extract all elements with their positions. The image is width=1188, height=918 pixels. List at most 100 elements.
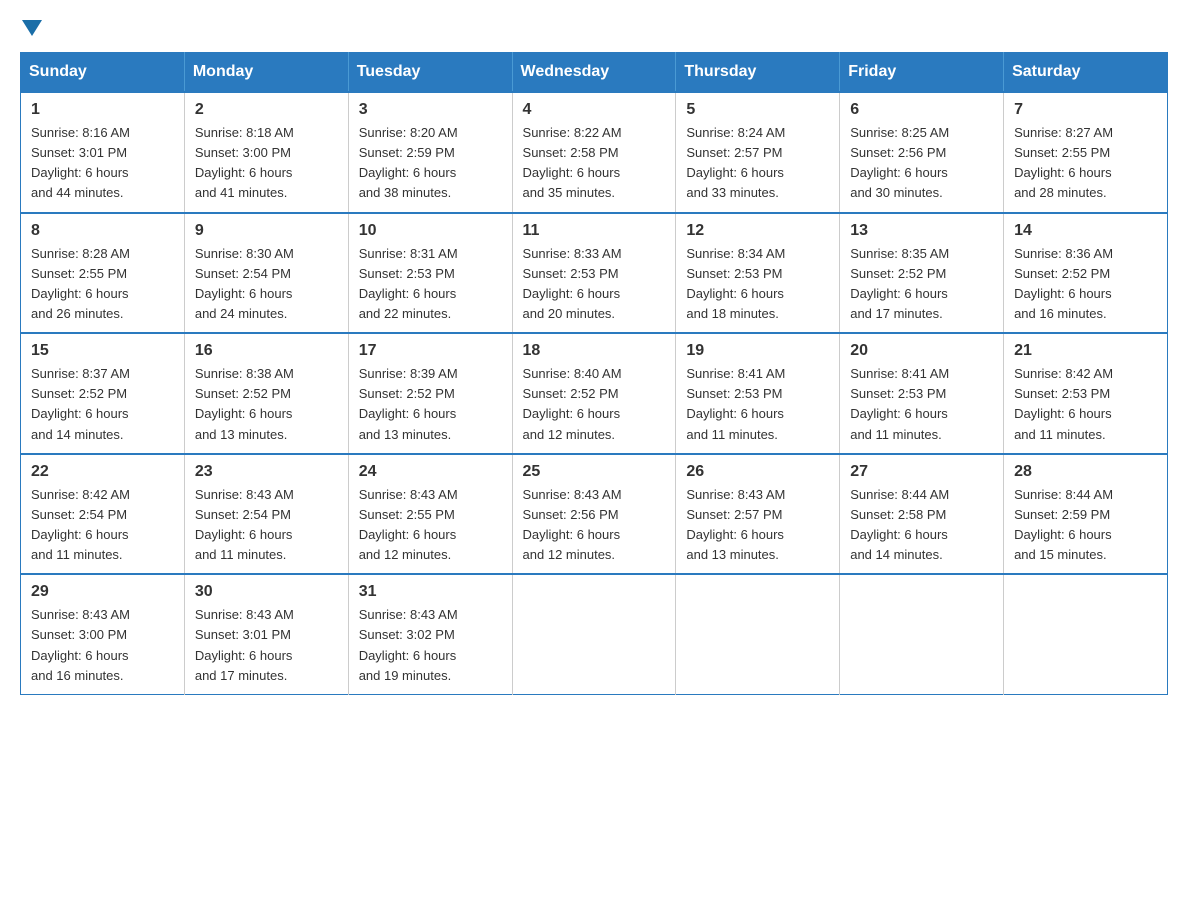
logo-arrow-icon [22, 20, 42, 36]
day-info: Sunrise: 8:42 AM Sunset: 2:53 PM Dayligh… [1014, 364, 1157, 445]
logo [20, 20, 44, 36]
day-number: 15 [31, 342, 174, 360]
calendar-day-cell: 13 Sunrise: 8:35 AM Sunset: 2:52 PM Dayl… [840, 213, 1004, 334]
calendar-week-row: 22 Sunrise: 8:42 AM Sunset: 2:54 PM Dayl… [21, 454, 1168, 575]
day-info: Sunrise: 8:43 AM Sunset: 2:54 PM Dayligh… [195, 485, 338, 566]
day-info: Sunrise: 8:20 AM Sunset: 2:59 PM Dayligh… [359, 123, 502, 204]
calendar-day-cell: 15 Sunrise: 8:37 AM Sunset: 2:52 PM Dayl… [21, 333, 185, 454]
day-number: 4 [523, 101, 666, 119]
day-info: Sunrise: 8:43 AM Sunset: 3:02 PM Dayligh… [359, 605, 502, 686]
day-info: Sunrise: 8:40 AM Sunset: 2:52 PM Dayligh… [523, 364, 666, 445]
day-info: Sunrise: 8:31 AM Sunset: 2:53 PM Dayligh… [359, 244, 502, 325]
day-info: Sunrise: 8:38 AM Sunset: 2:52 PM Dayligh… [195, 364, 338, 445]
calendar-day-cell: 21 Sunrise: 8:42 AM Sunset: 2:53 PM Dayl… [1004, 333, 1168, 454]
calendar-week-row: 8 Sunrise: 8:28 AM Sunset: 2:55 PM Dayli… [21, 213, 1168, 334]
weekday-header-row: SundayMondayTuesdayWednesdayThursdayFrid… [21, 53, 1168, 93]
calendar-day-cell: 8 Sunrise: 8:28 AM Sunset: 2:55 PM Dayli… [21, 213, 185, 334]
calendar-day-cell: 22 Sunrise: 8:42 AM Sunset: 2:54 PM Dayl… [21, 454, 185, 575]
day-number: 9 [195, 222, 338, 240]
day-number: 6 [850, 101, 993, 119]
day-number: 31 [359, 583, 502, 601]
day-number: 7 [1014, 101, 1157, 119]
calendar-day-cell: 10 Sunrise: 8:31 AM Sunset: 2:53 PM Dayl… [348, 213, 512, 334]
weekday-header-friday: Friday [840, 53, 1004, 93]
day-number: 28 [1014, 463, 1157, 481]
day-info: Sunrise: 8:28 AM Sunset: 2:55 PM Dayligh… [31, 244, 174, 325]
day-number: 23 [195, 463, 338, 481]
calendar-day-cell: 19 Sunrise: 8:41 AM Sunset: 2:53 PM Dayl… [676, 333, 840, 454]
day-number: 18 [523, 342, 666, 360]
calendar-body: 1 Sunrise: 8:16 AM Sunset: 3:01 PM Dayli… [21, 92, 1168, 694]
day-number: 19 [686, 342, 829, 360]
day-number: 22 [31, 463, 174, 481]
day-number: 25 [523, 463, 666, 481]
weekday-header-monday: Monday [184, 53, 348, 93]
calendar-day-cell: 3 Sunrise: 8:20 AM Sunset: 2:59 PM Dayli… [348, 92, 512, 213]
page-header [20, 20, 1168, 36]
calendar-day-cell: 20 Sunrise: 8:41 AM Sunset: 2:53 PM Dayl… [840, 333, 1004, 454]
calendar-week-row: 29 Sunrise: 8:43 AM Sunset: 3:00 PM Dayl… [21, 574, 1168, 694]
day-number: 10 [359, 222, 502, 240]
day-info: Sunrise: 8:33 AM Sunset: 2:53 PM Dayligh… [523, 244, 666, 325]
weekday-header-thursday: Thursday [676, 53, 840, 93]
calendar-day-cell: 14 Sunrise: 8:36 AM Sunset: 2:52 PM Dayl… [1004, 213, 1168, 334]
day-number: 3 [359, 101, 502, 119]
day-info: Sunrise: 8:42 AM Sunset: 2:54 PM Dayligh… [31, 485, 174, 566]
calendar-day-cell [840, 574, 1004, 694]
calendar-day-cell: 11 Sunrise: 8:33 AM Sunset: 2:53 PM Dayl… [512, 213, 676, 334]
logo-text [20, 20, 44, 36]
day-info: Sunrise: 8:43 AM Sunset: 2:56 PM Dayligh… [523, 485, 666, 566]
day-info: Sunrise: 8:43 AM Sunset: 2:55 PM Dayligh… [359, 485, 502, 566]
day-number: 30 [195, 583, 338, 601]
day-info: Sunrise: 8:43 AM Sunset: 3:01 PM Dayligh… [195, 605, 338, 686]
calendar-day-cell [1004, 574, 1168, 694]
day-number: 27 [850, 463, 993, 481]
day-info: Sunrise: 8:18 AM Sunset: 3:00 PM Dayligh… [195, 123, 338, 204]
day-number: 12 [686, 222, 829, 240]
calendar-day-cell: 16 Sunrise: 8:38 AM Sunset: 2:52 PM Dayl… [184, 333, 348, 454]
calendar-day-cell: 12 Sunrise: 8:34 AM Sunset: 2:53 PM Dayl… [676, 213, 840, 334]
calendar-day-cell: 4 Sunrise: 8:22 AM Sunset: 2:58 PM Dayli… [512, 92, 676, 213]
calendar-day-cell [512, 574, 676, 694]
day-info: Sunrise: 8:16 AM Sunset: 3:01 PM Dayligh… [31, 123, 174, 204]
day-info: Sunrise: 8:30 AM Sunset: 2:54 PM Dayligh… [195, 244, 338, 325]
day-number: 21 [1014, 342, 1157, 360]
calendar-day-cell: 29 Sunrise: 8:43 AM Sunset: 3:00 PM Dayl… [21, 574, 185, 694]
day-info: Sunrise: 8:36 AM Sunset: 2:52 PM Dayligh… [1014, 244, 1157, 325]
day-number: 20 [850, 342, 993, 360]
day-number: 24 [359, 463, 502, 481]
calendar-day-cell: 25 Sunrise: 8:43 AM Sunset: 2:56 PM Dayl… [512, 454, 676, 575]
day-number: 26 [686, 463, 829, 481]
calendar-day-cell [676, 574, 840, 694]
calendar-day-cell: 7 Sunrise: 8:27 AM Sunset: 2:55 PM Dayli… [1004, 92, 1168, 213]
day-number: 5 [686, 101, 829, 119]
calendar-day-cell: 5 Sunrise: 8:24 AM Sunset: 2:57 PM Dayli… [676, 92, 840, 213]
day-info: Sunrise: 8:44 AM Sunset: 2:59 PM Dayligh… [1014, 485, 1157, 566]
day-number: 16 [195, 342, 338, 360]
calendar-day-cell: 9 Sunrise: 8:30 AM Sunset: 2:54 PM Dayli… [184, 213, 348, 334]
calendar-week-row: 15 Sunrise: 8:37 AM Sunset: 2:52 PM Dayl… [21, 333, 1168, 454]
day-number: 29 [31, 583, 174, 601]
day-number: 1 [31, 101, 174, 119]
day-number: 11 [523, 222, 666, 240]
weekday-header-saturday: Saturday [1004, 53, 1168, 93]
calendar-day-cell: 6 Sunrise: 8:25 AM Sunset: 2:56 PM Dayli… [840, 92, 1004, 213]
calendar-day-cell: 17 Sunrise: 8:39 AM Sunset: 2:52 PM Dayl… [348, 333, 512, 454]
calendar-day-cell: 1 Sunrise: 8:16 AM Sunset: 3:01 PM Dayli… [21, 92, 185, 213]
calendar-day-cell: 23 Sunrise: 8:43 AM Sunset: 2:54 PM Dayl… [184, 454, 348, 575]
calendar-day-cell: 28 Sunrise: 8:44 AM Sunset: 2:59 PM Dayl… [1004, 454, 1168, 575]
day-info: Sunrise: 8:41 AM Sunset: 2:53 PM Dayligh… [686, 364, 829, 445]
day-info: Sunrise: 8:41 AM Sunset: 2:53 PM Dayligh… [850, 364, 993, 445]
day-info: Sunrise: 8:24 AM Sunset: 2:57 PM Dayligh… [686, 123, 829, 204]
day-info: Sunrise: 8:34 AM Sunset: 2:53 PM Dayligh… [686, 244, 829, 325]
day-info: Sunrise: 8:22 AM Sunset: 2:58 PM Dayligh… [523, 123, 666, 204]
day-number: 17 [359, 342, 502, 360]
day-info: Sunrise: 8:25 AM Sunset: 2:56 PM Dayligh… [850, 123, 993, 204]
calendar-day-cell: 24 Sunrise: 8:43 AM Sunset: 2:55 PM Dayl… [348, 454, 512, 575]
calendar-header: SundayMondayTuesdayWednesdayThursdayFrid… [21, 53, 1168, 93]
calendar-day-cell: 26 Sunrise: 8:43 AM Sunset: 2:57 PM Dayl… [676, 454, 840, 575]
day-number: 2 [195, 101, 338, 119]
calendar-table: SundayMondayTuesdayWednesdayThursdayFrid… [20, 52, 1168, 695]
day-info: Sunrise: 8:43 AM Sunset: 3:00 PM Dayligh… [31, 605, 174, 686]
weekday-header-wednesday: Wednesday [512, 53, 676, 93]
